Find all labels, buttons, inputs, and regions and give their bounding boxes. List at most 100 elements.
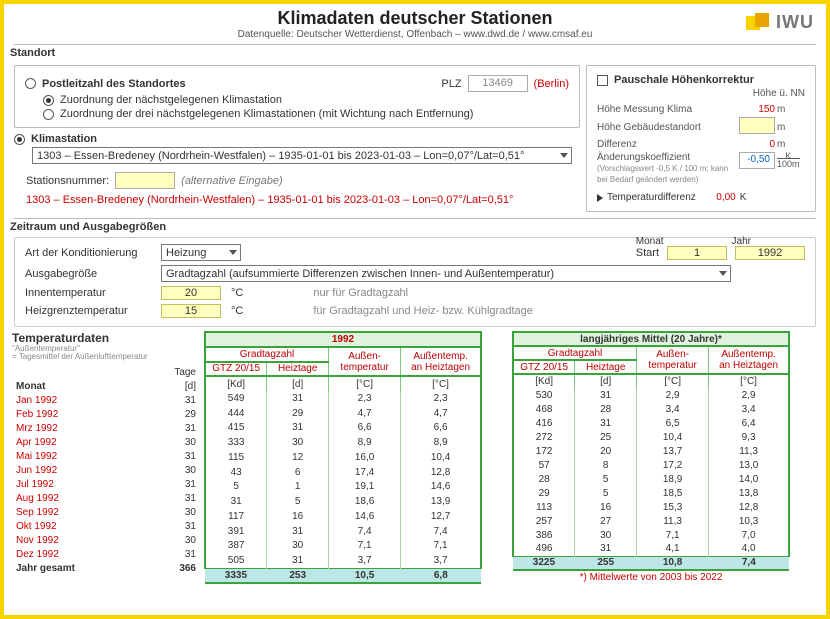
ht-cell: 31 <box>267 524 329 539</box>
innen-unit: °C <box>227 287 247 299</box>
lt-ht-cell: 31 <box>575 388 637 402</box>
art-value: Heizung <box>166 247 206 259</box>
page-title: Klimadaten deutscher Stationen <box>4 8 826 29</box>
lt-gtz-cell: 28 <box>513 472 575 486</box>
grenz-input[interactable]: 15 <box>161 304 221 318</box>
logo-text: IWU <box>776 12 814 32</box>
innen-input[interactable]: 20 <box>161 286 221 300</box>
hk-title: Pauschale Höhenkorrektur <box>614 74 754 86</box>
hk-coef-input[interactable]: -0,50 <box>739 152 775 169</box>
at-cell: 16,0 <box>329 450 401 465</box>
ht-cell: 31 <box>267 391 329 406</box>
radio-plz-mode[interactable] <box>25 78 36 89</box>
lt-gtz-cell: 257 <box>513 514 575 528</box>
lt-gtz-cell: 272 <box>513 430 575 444</box>
lt-gtz-cell: 57 <box>513 458 575 472</box>
ath-cell: 3,7 <box>401 553 481 568</box>
year-title: 1992 <box>205 332 481 347</box>
triangle-icon <box>597 194 603 202</box>
ath-cell: 14,6 <box>401 480 481 495</box>
lt-ath-cell: 10,3 <box>709 514 789 528</box>
col-gtz: Gradtagzahl <box>205 347 329 362</box>
days-cell: 30 <box>142 435 200 449</box>
longterm-table: langjähriges Mittel (20 Jahre)* Gradtagz… <box>512 331 790 584</box>
plz-panel: Postleitzahl des Standortes PLZ 13469 (B… <box>14 65 580 128</box>
month-cell: Sep 1992 <box>12 505 142 519</box>
col-monat-label: Monat <box>12 379 142 393</box>
art-select[interactable]: Heizung <box>161 244 241 261</box>
lt-ht-cell: 8 <box>575 458 637 472</box>
stationsnummer-label: Stationsnummer: <box>26 175 109 187</box>
lt-at-cell: 3,4 <box>637 402 709 416</box>
lt-at-cell: 15,3 <box>637 500 709 514</box>
lt-ht-cell: 5 <box>575 486 637 500</box>
u-c2: [°C] <box>401 376 481 391</box>
temp-note2: = Tagesmittel der Außenlufttemperatur <box>12 353 204 361</box>
lt-at-cell: 2,9 <box>637 388 709 402</box>
at-cell: 19,1 <box>329 480 401 495</box>
plz-input[interactable]: 13469 <box>468 75 528 92</box>
lt-ht-cell: 5 <box>575 472 637 486</box>
lt-ath-cell: 12,8 <box>709 500 789 514</box>
ht-cell: 12 <box>267 450 329 465</box>
radio-nearest[interactable] <box>43 95 54 106</box>
at-cell: 18,6 <box>329 494 401 509</box>
radio-three-nearest[interactable] <box>43 109 54 120</box>
ausgabe-label: Ausgabegröße <box>25 268 155 280</box>
lt-ht-cell: 31 <box>575 416 637 430</box>
hk-diff-value: 0 <box>735 139 775 150</box>
longterm-title: langjähriges Mittel (20 Jahre)* <box>513 332 789 346</box>
total-label: Jahr gesamt <box>12 561 142 575</box>
ht-cell: 16 <box>267 509 329 524</box>
total-days: 366 <box>142 561 200 575</box>
gtz-cell: 505 <box>205 553 267 568</box>
lt-at-cell: 18,9 <box>637 472 709 486</box>
hk-geb-input[interactable] <box>739 117 775 134</box>
logo: IWU <box>746 12 814 33</box>
month-cell: Jun 1992 <box>12 463 142 477</box>
lt-ath-cell: 2,9 <box>709 388 789 402</box>
hk-geb-label: Höhe Gebäudestandort <box>597 122 735 133</box>
hk-mess-value: 150 <box>735 104 775 115</box>
gtz-cell: 549 <box>205 391 267 406</box>
start-year-input[interactable]: 1992 <box>735 246 805 260</box>
lt-ath-cell: 7,0 <box>709 528 789 542</box>
hk-diff-label: Differenz <box>597 139 735 150</box>
lt-u-kd: [Kd] <box>513 374 575 388</box>
checkbox-height-correction[interactable] <box>597 75 608 86</box>
at-cell: 8,9 <box>329 435 401 450</box>
lt-col-ath: Außentemp. an Heiztagen <box>709 346 789 374</box>
lt-gtz-cell: 29 <box>513 486 575 500</box>
ht-cell: 31 <box>267 553 329 568</box>
ath-cell: 13,9 <box>401 494 481 509</box>
grenz-hint: für Gradtagzahl und Heiz- bzw. Kühlgradt… <box>313 305 533 317</box>
hk-diff-unit: m <box>775 139 805 150</box>
lt-ht-cell: 25 <box>575 430 637 444</box>
lt-col-at: Außen- temperatur <box>637 346 709 374</box>
stationsnummer-alt: (alternative Eingabe) <box>181 175 283 187</box>
plz-mode-label: Postleitzahl des Standortes <box>42 78 186 90</box>
lt-u-d: [d] <box>575 374 637 388</box>
radio-station-mode[interactable] <box>14 134 25 145</box>
col-tage-unit: [d] <box>142 379 200 393</box>
station-select[interactable]: 1303 – Essen-Bredeney (Nordrhein-Westfal… <box>32 147 572 164</box>
ath-cell: 12,8 <box>401 465 481 480</box>
station-select-value: 1303 – Essen-Bredeney (Nordrhein-Westfal… <box>37 150 524 162</box>
at-cell: 6,6 <box>329 421 401 436</box>
ath-cell: 7,4 <box>401 524 481 539</box>
at-cell: 14,6 <box>329 509 401 524</box>
ath-cell: 6,6 <box>401 421 481 436</box>
month-cell: Feb 1992 <box>12 407 142 421</box>
col-heizt: Heiztage <box>267 362 329 377</box>
selected-station-display: 1303 – Essen-Bredeney (Nordrhein-Westfal… <box>26 194 580 206</box>
ath-cell: 12,7 <box>401 509 481 524</box>
lt-ht-cell: 16 <box>575 500 637 514</box>
ausgabe-select[interactable]: Gradtagzahl (aufsummierte Differenzen zw… <box>161 265 731 282</box>
at-cell: 3,7 <box>329 553 401 568</box>
lt-col-gtz-sub: GTZ 20/15 <box>513 360 575 374</box>
stationsnummer-input[interactable] <box>115 172 175 189</box>
start-month-input[interactable]: 1 <box>667 246 727 260</box>
days-cell: 31 <box>142 491 200 505</box>
at-cell: 7,4 <box>329 524 401 539</box>
gtz-cell: 43 <box>205 465 267 480</box>
